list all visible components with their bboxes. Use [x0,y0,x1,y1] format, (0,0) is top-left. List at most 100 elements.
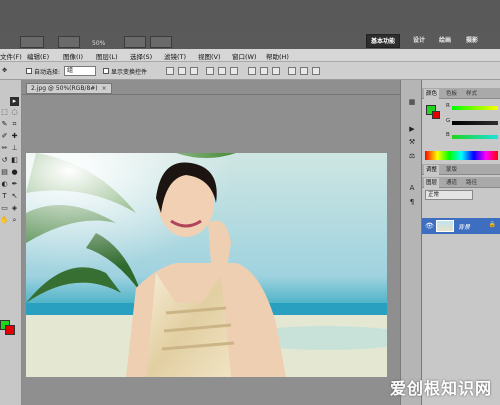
distribute-middle-icon[interactable] [260,67,268,75]
channel-r-label: R [446,103,450,109]
auto-select-checkbox[interactable] [26,68,32,74]
tab-adjustments[interactable]: 调整 [424,165,440,175]
color-spectrum[interactable] [425,151,498,160]
red-slider[interactable] [452,106,498,110]
options-bar: ✥ 自动选择: 组 显示变换控件 [0,62,500,80]
blend-mode-value: 正常 [428,192,440,198]
paragraph-icon[interactable]: ¶ [407,198,417,207]
brush-tool-icon[interactable]: ✏ [0,144,9,153]
clone-stamp-tool-icon[interactable]: ⊥ [10,144,19,153]
workspace-photography[interactable]: 摄影 [462,34,482,48]
crop-tool-icon[interactable]: ⌗ [10,120,19,129]
3d-rotate-tool-icon[interactable]: ◈ [10,204,19,213]
blend-mode-select[interactable]: 正常 [425,190,473,200]
lasso-tool-icon[interactable]: ◌ [10,108,19,117]
background-color-swatch[interactable] [5,325,15,335]
move-tool-icon[interactable]: ▸ [10,97,19,106]
beach-portrait-image [26,153,387,377]
layers-panel-tabs: 图层 通道 路径 [422,177,500,188]
tool-presets-icon[interactable]: ⚒ [407,138,417,147]
app-title-bar: 50% 基本功能 设计 绘画 摄影 [0,0,500,48]
path-select-tool-icon[interactable]: ↖ [10,192,19,201]
align-top-icon[interactable] [166,67,174,75]
auto-select-dropdown[interactable]: 组 [64,66,96,76]
panel-icon-strip: ▦ ▶ ⚒ ⚖ A ¶ [400,80,422,405]
align-right-icon[interactable] [230,67,238,75]
menu-image[interactable]: 图像(I) [63,51,83,61]
pen-tool-icon[interactable]: ✒ [10,180,19,189]
menu-bar: 文件(F) 编辑(E) 图像(I) 图层(L) 选择(S) 滤镜(T) 视图(V… [0,49,500,62]
gradient-tool-icon[interactable]: ▤ [0,168,9,177]
channel-b-label: B [446,132,450,138]
show-transform-checkbox[interactable] [103,68,109,74]
hand-tool-icon[interactable]: ✋ [0,216,9,225]
menu-layer[interactable]: 图层(L) [96,51,118,61]
color-panel-tabs: 颜色 色板 样式 [422,88,500,99]
healing-brush-tool-icon[interactable]: ✚ [10,132,19,141]
workspace-painting[interactable]: 绘画 [435,34,455,48]
history-brush-tool-icon[interactable]: ↺ [0,156,9,165]
quick-select-tool-icon[interactable]: ✎ [0,120,9,129]
menu-window[interactable]: 窗口(W) [232,51,257,61]
eyedropper-tool-icon[interactable]: ✐ [0,132,9,141]
tools-panel: ▸ ⬚ ◌ ✎ ⌗ ✐ ✚ ✏ ⊥ ↺ ◧ ▤ ● ◐ ✒ T ↖ ▭ ◈ ✋ … [0,80,22,405]
watermark-text: 爱创根知识网 [389,379,492,398]
blue-slider[interactable] [452,135,498,139]
history-icon[interactable]: ▦ [407,98,417,107]
character-icon[interactable]: A [407,184,417,193]
tab-styles[interactable]: 样式 [464,89,479,99]
document-tab[interactable]: 2.jpg @ 50%(RGB/8#) × [26,83,112,94]
green-slider[interactable] [452,121,498,125]
close-icon[interactable]: × [102,85,107,92]
menu-edit[interactable]: 编辑(E) [27,51,49,61]
shape-tool-icon[interactable]: ▭ [0,204,9,213]
align-center-icon[interactable] [218,67,226,75]
distribute-left-icon[interactable] [288,67,296,75]
document-title: 2.jpg @ 50%(RGB/8#) [31,85,98,92]
zoom-level[interactable]: 50% [92,40,105,47]
zoom-tool-icon[interactable]: ⌕ [10,216,19,225]
lock-icon: 🔒 [488,221,496,228]
workspace-essentials[interactable]: 基本功能 [366,34,401,48]
menu-view[interactable]: 视图(V) [198,51,221,61]
align-middle-icon[interactable] [178,67,186,75]
actions-icon[interactable]: ▶ [407,125,417,134]
tab-paths[interactable]: 路径 [464,178,479,188]
blur-tool-icon[interactable]: ● [10,168,19,177]
tab-swatches[interactable]: 色板 [444,89,459,99]
panel-background-swatch[interactable] [432,111,440,119]
dodge-tool-icon[interactable]: ◐ [0,180,9,189]
distribute-center-icon[interactable] [300,67,308,75]
adjust-panel-tabs: 调整 蒙版 [422,164,500,175]
align-bottom-icon[interactable] [190,67,198,75]
screen-mode-button[interactable] [150,36,172,48]
marquee-tool-icon[interactable]: ⬚ [0,108,9,117]
menu-filter[interactable]: 滤镜(T) [164,51,186,61]
tab-masks[interactable]: 蒙版 [444,165,459,175]
menu-help[interactable]: 帮助(H) [266,51,289,61]
workspace-design[interactable]: 设计 [409,34,429,48]
tab-color[interactable]: 颜色 [424,89,440,99]
align-left-icon[interactable] [206,67,214,75]
eraser-tool-icon[interactable]: ◧ [10,156,19,165]
layer-thumbnail [436,220,454,232]
type-tool-icon[interactable]: T [0,192,9,201]
distribute-top-icon[interactable] [248,67,256,75]
distribute-right-icon[interactable] [312,67,320,75]
launch-bridge-button[interactable] [20,36,44,48]
menu-select[interactable]: 选择(S) [130,51,152,61]
distribute-bottom-icon[interactable] [272,67,280,75]
eye-icon[interactable]: 👁 [425,222,434,230]
view-extras-button[interactable] [58,36,80,48]
menu-file[interactable]: 文件(F) [0,51,22,61]
clone-source-icon[interactable]: ⚖ [407,152,417,161]
image-canvas[interactable] [26,153,387,377]
layer-name: 背景 [458,224,471,231]
auto-select-value: 组 [67,67,74,74]
tab-channels[interactable]: 通道 [444,178,459,188]
tab-layers[interactable]: 图层 [424,178,440,188]
layer-row[interactable]: 👁 背景 🔒 [422,218,500,234]
auto-select-label: 自动选择: [34,69,61,76]
move-tool-icon[interactable]: ✥ [2,67,7,74]
arrange-documents-button[interactable] [124,36,146,48]
